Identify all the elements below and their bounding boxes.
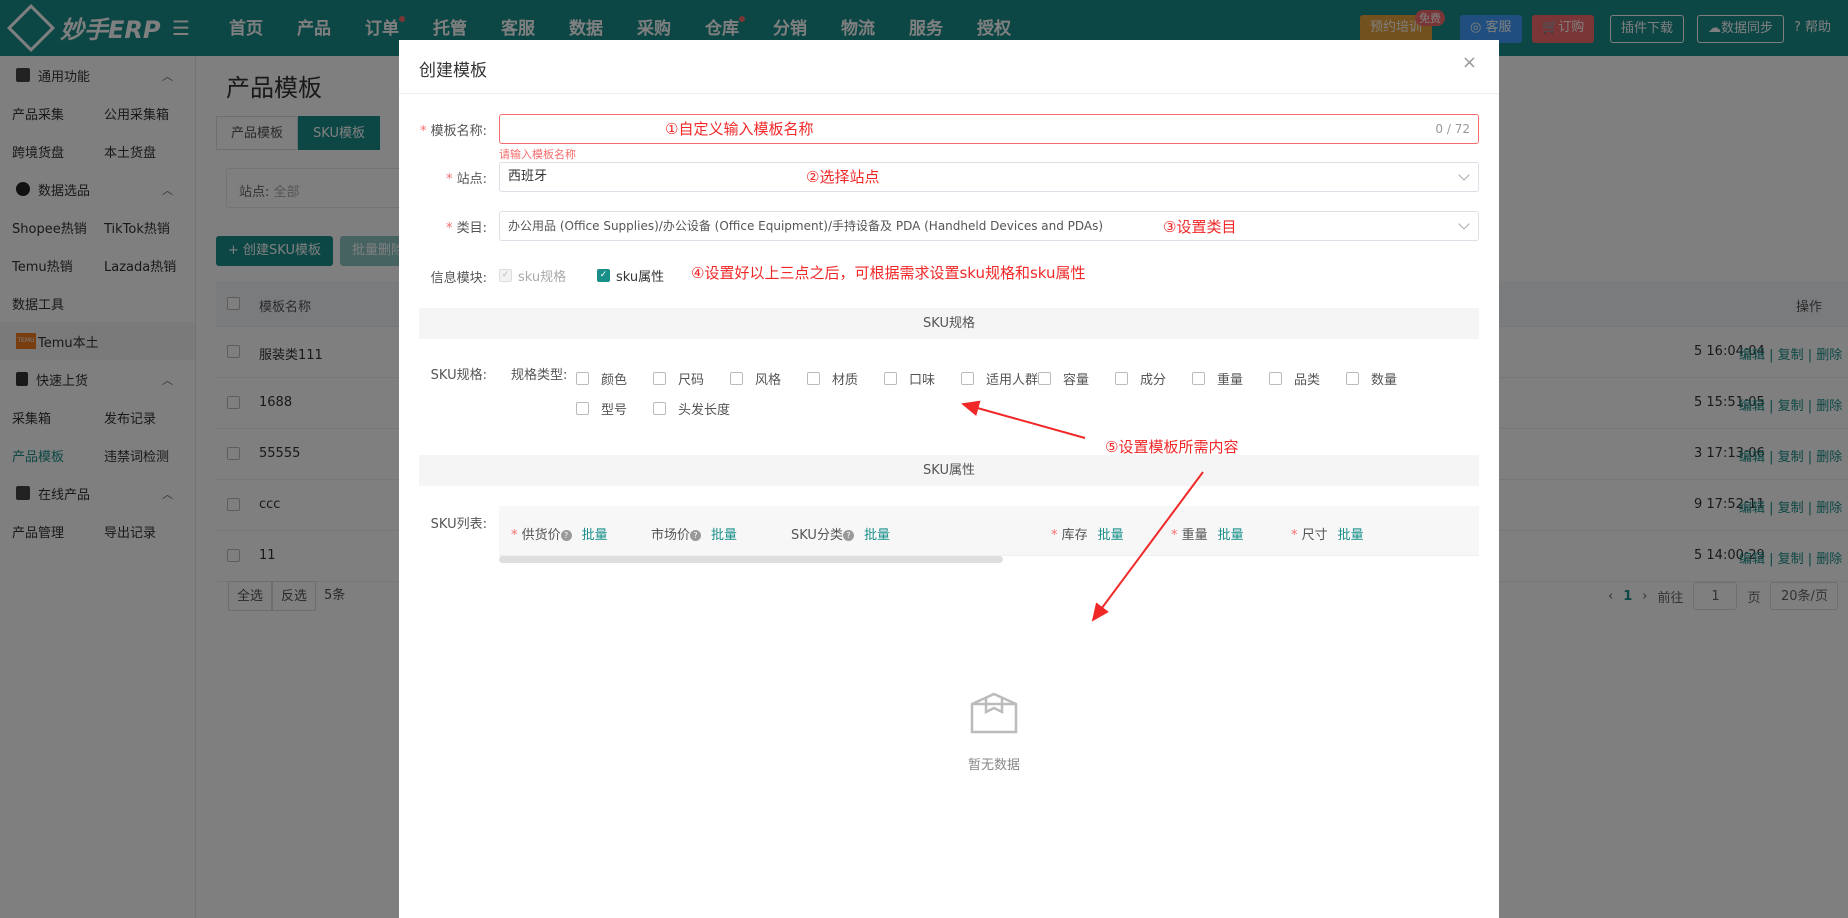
- arrow-to-sku-list: [1091, 471, 1204, 622]
- empty-text: 暂无数据: [967, 758, 1020, 773]
- arrow-to-spec-options: [961, 400, 1086, 439]
- create-template-dialog: 创建模板 × * 模板名称: 0 / 72 请输入模板名称 * 站点: 西班牙 …: [399, 40, 1499, 918]
- annotation-arrows: [961, 400, 1204, 622]
